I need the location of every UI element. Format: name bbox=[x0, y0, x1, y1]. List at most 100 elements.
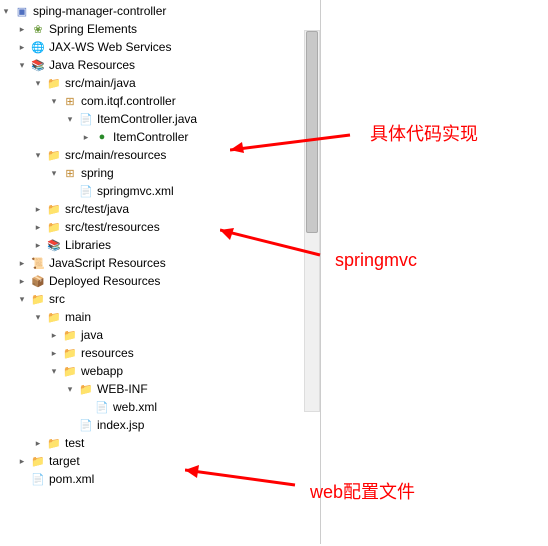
pkg-folder-icon: 📁 bbox=[46, 75, 62, 91]
project-explorer-tree[interactable]: ▾▣sping-manager-controller▸❀Spring Eleme… bbox=[0, 0, 321, 544]
pkg-icon: ⊞ bbox=[62, 165, 78, 181]
main-folder[interactable]: ▾📁main bbox=[0, 308, 320, 326]
tree-scrollbar[interactable] bbox=[304, 30, 320, 412]
tree-item-label: ItemController.java bbox=[97, 112, 197, 126]
toggle-icon[interactable]: ▸ bbox=[16, 23, 28, 35]
toggle-icon[interactable]: ▸ bbox=[80, 131, 92, 143]
xml-icon: 📄 bbox=[94, 399, 110, 415]
toggle-icon[interactable]: ▸ bbox=[32, 221, 44, 233]
java-resources[interactable]: ▾📚Java Resources bbox=[0, 56, 320, 74]
toggle-icon[interactable]: ▸ bbox=[16, 455, 28, 467]
jaxws[interactable]: ▸🌐JAX-WS Web Services bbox=[0, 38, 320, 56]
itemcontroller-class[interactable]: ▸●ItemController bbox=[0, 128, 320, 146]
toggle-icon[interactable]: ▸ bbox=[48, 347, 60, 359]
script-icon: 📜 bbox=[30, 255, 46, 271]
pkg-folder-icon: 📁 bbox=[46, 201, 62, 217]
tree-item-label: springmvc.xml bbox=[97, 184, 174, 198]
pkg-icon: ⊞ bbox=[62, 93, 78, 109]
lib-icon: 📚 bbox=[46, 237, 62, 253]
toggle-icon[interactable]: ▾ bbox=[64, 113, 76, 125]
pom-xml[interactable]: 📄pom.xml bbox=[0, 470, 320, 488]
tree-item-label: web.xml bbox=[113, 400, 157, 414]
toggle-icon[interactable]: ▾ bbox=[32, 311, 44, 323]
springmvc-xml[interactable]: 📄springmvc.xml bbox=[0, 182, 320, 200]
resources-folder[interactable]: ▸📁resources bbox=[0, 344, 320, 362]
pkg-folder-icon: 📁 bbox=[46, 147, 62, 163]
xml-icon: 📄 bbox=[30, 471, 46, 487]
libraries[interactable]: ▸📚Libraries bbox=[0, 236, 320, 254]
webinf-folder[interactable]: ▾📁WEB-INF bbox=[0, 380, 320, 398]
toggle-icon[interactable]: ▾ bbox=[48, 167, 60, 179]
spring-el-icon: ❀ bbox=[30, 21, 46, 37]
toggle-icon[interactable]: ▸ bbox=[32, 437, 44, 449]
folder-icon: 📁 bbox=[62, 327, 78, 343]
src-test-resources[interactable]: ▸📁src/test/resources bbox=[0, 218, 320, 236]
webapp-folder[interactable]: ▾📁webapp bbox=[0, 362, 320, 380]
folder-icon: 📁 bbox=[78, 381, 94, 397]
src-main-java[interactable]: ▾📁src/main/java bbox=[0, 74, 320, 92]
tree-item-label: JAX-WS Web Services bbox=[49, 40, 171, 54]
java-folder[interactable]: ▸📁java bbox=[0, 326, 320, 344]
tree-item-label: resources bbox=[81, 346, 134, 360]
folder-icon: 📁 bbox=[30, 453, 46, 469]
toggle-icon[interactable]: ▸ bbox=[32, 203, 44, 215]
toggle-icon[interactable]: ▸ bbox=[32, 239, 44, 251]
tree-item-label: JavaScript Resources bbox=[49, 256, 166, 270]
lib-icon: 📚 bbox=[30, 57, 46, 73]
toggle-icon[interactable]: ▸ bbox=[16, 257, 28, 269]
tree-item-label: src/test/java bbox=[65, 202, 129, 216]
tree-item-label: Spring Elements bbox=[49, 22, 137, 36]
tree-item-label: Libraries bbox=[65, 238, 111, 252]
xml-icon: 📄 bbox=[78, 183, 94, 199]
tree-item-label: index.jsp bbox=[97, 418, 144, 432]
web-xml[interactable]: 📄web.xml bbox=[0, 398, 320, 416]
test-folder[interactable]: ▸📁test bbox=[0, 434, 320, 452]
folder-icon: 📁 bbox=[62, 363, 78, 379]
target-folder[interactable]: ▸📁target bbox=[0, 452, 320, 470]
toggle-icon[interactable]: ▾ bbox=[48, 365, 60, 377]
annotation-1: 具体代码实现 bbox=[370, 120, 478, 146]
folder-icon: 📁 bbox=[30, 291, 46, 307]
tree-item-label: com.itqf.controller bbox=[81, 94, 176, 108]
src-main-resources[interactable]: ▾📁src/main/resources bbox=[0, 146, 320, 164]
scrollbar-thumb[interactable] bbox=[306, 31, 318, 233]
pkg-spring[interactable]: ▾⊞spring bbox=[0, 164, 320, 182]
class-green-icon: ● bbox=[94, 129, 110, 145]
toggle-icon[interactable]: ▾ bbox=[32, 77, 44, 89]
folder-icon: 📁 bbox=[46, 309, 62, 325]
toggle-icon[interactable]: ▾ bbox=[16, 59, 28, 71]
toggle-icon[interactable]: ▸ bbox=[16, 275, 28, 287]
java-icon: 📄 bbox=[78, 111, 94, 127]
toggle-icon[interactable]: ▾ bbox=[48, 95, 60, 107]
tree-item-label: src/main/java bbox=[65, 76, 136, 90]
tree-item-label: WEB-INF bbox=[97, 382, 148, 396]
index-jsp[interactable]: 📄index.jsp bbox=[0, 416, 320, 434]
src-test-java[interactable]: ▸📁src/test/java bbox=[0, 200, 320, 218]
deploy-icon: 📦 bbox=[30, 273, 46, 289]
js-resources[interactable]: ▸📜JavaScript Resources bbox=[0, 254, 320, 272]
project-root[interactable]: ▾▣sping-manager-controller bbox=[0, 2, 320, 20]
toggle-icon[interactable]: ▸ bbox=[48, 329, 60, 341]
annotation-3: web配置文件 bbox=[310, 478, 415, 504]
tree-item-label: pom.xml bbox=[49, 472, 94, 486]
spring-elements[interactable]: ▸❀Spring Elements bbox=[0, 20, 320, 38]
folder-icon: 📁 bbox=[62, 345, 78, 361]
java-icon: 📄 bbox=[78, 417, 94, 433]
toggle-icon[interactable]: ▾ bbox=[0, 5, 12, 17]
deployed-resources[interactable]: ▸📦Deployed Resources bbox=[0, 272, 320, 290]
globe-icon: 🌐 bbox=[30, 39, 46, 55]
toggle-icon[interactable]: ▾ bbox=[64, 383, 76, 395]
tree-item-label: ItemController bbox=[113, 130, 188, 144]
tree-item-label: src/test/resources bbox=[65, 220, 160, 234]
tree-item-label: Deployed Resources bbox=[49, 274, 160, 288]
toggle-icon[interactable]: ▾ bbox=[16, 293, 28, 305]
tree-item-label: test bbox=[65, 436, 84, 450]
tree-item-label: src/main/resources bbox=[65, 148, 166, 162]
itemcontroller-java[interactable]: ▾📄ItemController.java bbox=[0, 110, 320, 128]
src-folder[interactable]: ▾📁src bbox=[0, 290, 320, 308]
pkg-folder-icon: 📁 bbox=[46, 219, 62, 235]
pkg-controller[interactable]: ▾⊞com.itqf.controller bbox=[0, 92, 320, 110]
toggle-icon[interactable]: ▾ bbox=[32, 149, 44, 161]
tree-item-label: spring bbox=[81, 166, 114, 180]
toggle-icon[interactable]: ▸ bbox=[16, 41, 28, 53]
